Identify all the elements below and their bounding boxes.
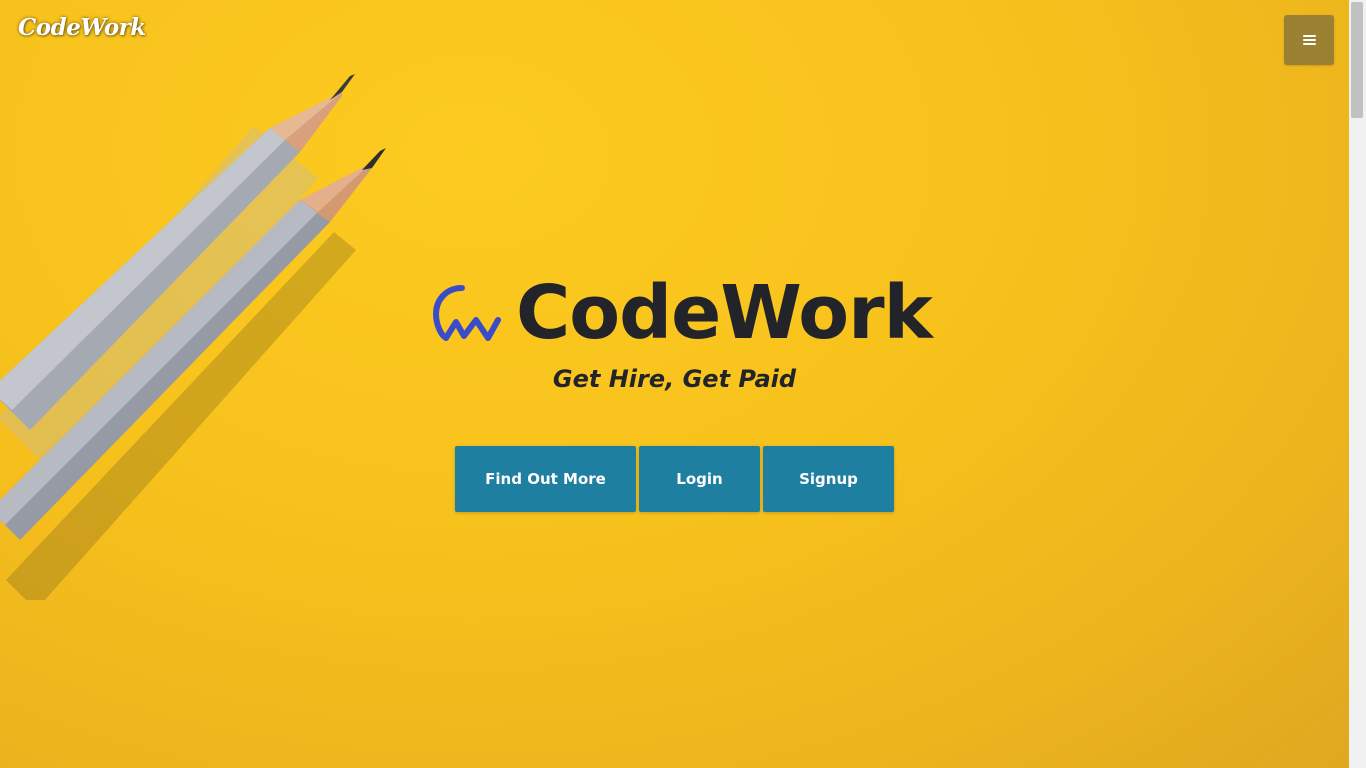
pencils-image [0,74,386,600]
codework-logo-icon [433,285,501,341]
brand-logo[interactable]: CodeWork [18,14,146,41]
find-out-more-button[interactable]: Find Out More [455,446,636,512]
menu-button[interactable] [1284,15,1334,65]
hero-tagline: Get Hire, Get Paid [552,365,797,393]
scrollbar-thumb[interactable] [1351,2,1363,118]
hero-logo: CodeWork [432,268,933,358]
vertical-scrollbar[interactable] [1349,0,1366,768]
hero-title: CodeWork [516,270,933,356]
hamburger-icon [1302,35,1316,45]
hero-buttons: Find Out More Login Signup [455,446,894,512]
login-button[interactable]: Login [639,446,760,512]
hero-section: CodeWork CodeWork Get Hire, Get Paid Fin… [0,0,1349,768]
signup-button[interactable]: Signup [763,446,894,512]
